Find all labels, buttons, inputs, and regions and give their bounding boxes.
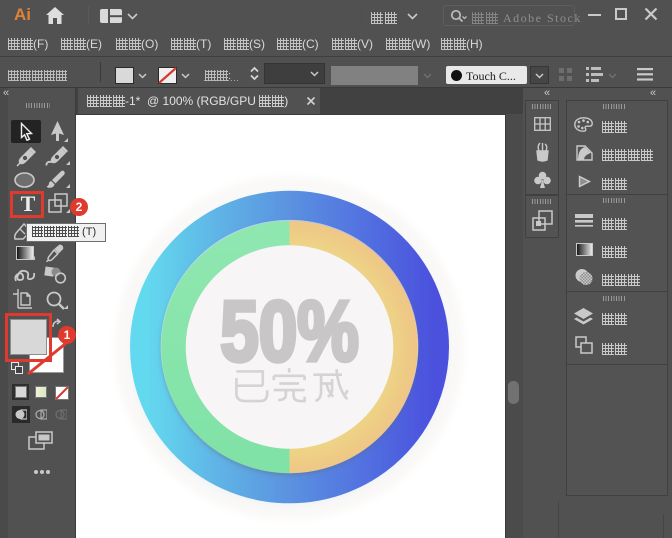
svg-text:50%: 50% <box>220 285 359 379</box>
